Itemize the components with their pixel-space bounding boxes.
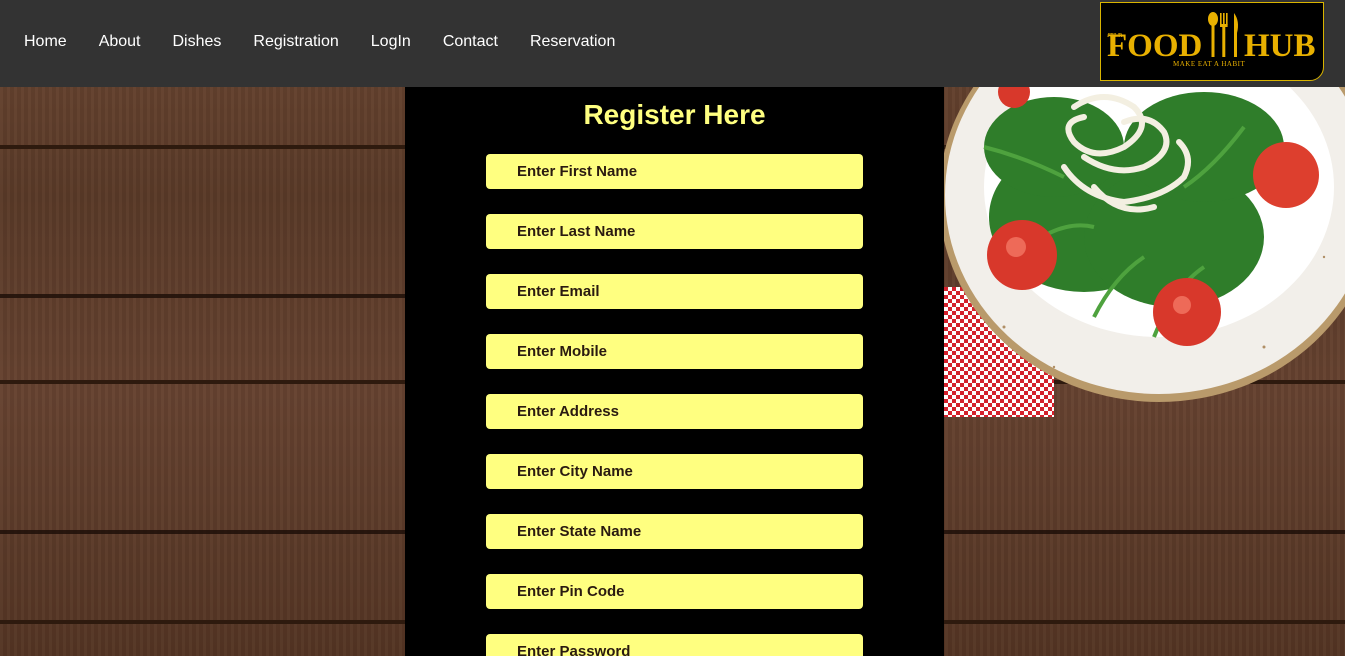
registration-form: Register Here (405, 87, 944, 656)
salad-plate-image (944, 87, 1345, 417)
nav-link-registration[interactable]: Registration (253, 32, 338, 52)
nav-link-home[interactable]: Home (24, 32, 67, 52)
logo-word-hub: HUB (1244, 28, 1316, 64)
nav-link-login[interactable]: LogIn (371, 32, 411, 52)
logo-tagline: MAKE EAT A HABIT (1173, 60, 1246, 68)
city-name-input[interactable] (486, 454, 863, 489)
nav-link-about[interactable]: About (99, 32, 141, 52)
first-name-input[interactable] (486, 154, 863, 189)
state-name-input[interactable] (486, 514, 863, 549)
password-input[interactable] (486, 634, 863, 656)
email-input[interactable] (486, 274, 863, 309)
last-name-input[interactable] (486, 214, 863, 249)
pin-code-input[interactable] (486, 574, 863, 609)
nav-menu: Home About Dishes Registration LogIn Con… (24, 32, 647, 52)
fork-spoon-knife-icon (1208, 12, 1238, 57)
nav-link-reservation[interactable]: Reservation (530, 32, 615, 52)
form-title: Register Here (583, 99, 766, 130)
nav-link-dishes[interactable]: Dishes (173, 32, 222, 52)
mobile-input[interactable] (486, 334, 863, 369)
address-input[interactable] (486, 394, 863, 429)
nav-link-contact[interactable]: Contact (443, 32, 498, 52)
site-logo[interactable]: JBLR FOOD HUB MAKE EAT A HABIT (1100, 2, 1324, 81)
navbar: Home About Dishes Registration LogIn Con… (0, 0, 1345, 87)
logo-word-food: FOOD (1107, 28, 1203, 64)
